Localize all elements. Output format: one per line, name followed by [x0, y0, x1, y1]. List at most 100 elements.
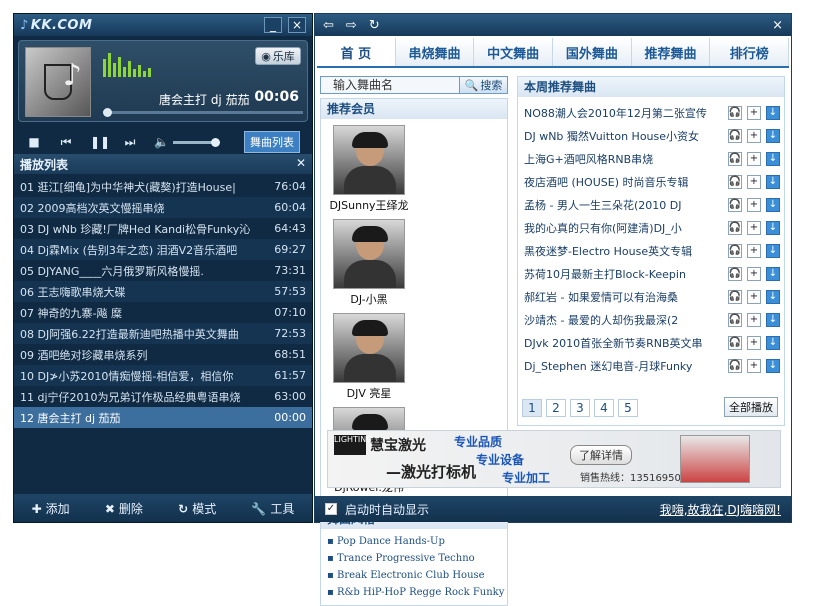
add-icon[interactable]: +	[747, 289, 761, 304]
minimize-button[interactable]: _	[264, 17, 282, 33]
dance-list-button[interactable]: 舞曲列表	[244, 131, 300, 153]
page-3[interactable]: 3	[570, 399, 590, 417]
list-item: 夜店酒吧 (HOUSE) 时尚音乐专辑 🎧 + ↓	[524, 170, 780, 193]
next-icon[interactable]: ⏭	[122, 135, 138, 150]
download-icon[interactable]: ↓	[766, 335, 780, 350]
add-icon[interactable]: +	[747, 105, 761, 120]
add-icon[interactable]: +	[747, 335, 761, 350]
headphone-icon[interactable]: 🎧	[728, 335, 742, 350]
page-5[interactable]: 5	[618, 399, 638, 417]
search-input[interactable]: 输入舞曲名	[321, 77, 459, 93]
back-icon[interactable]: ⇦	[323, 18, 334, 33]
table-row[interactable]: 08 DJ阿强6.22打造最新迪吧热播中英文舞曲 72:53	[14, 323, 312, 344]
headphone-icon[interactable]: 🎧	[728, 266, 742, 281]
headphone-icon[interactable]: 🎧	[728, 197, 742, 212]
download-icon[interactable]: ↓	[766, 358, 780, 373]
forward-icon[interactable]: ⇨	[346, 18, 357, 33]
seek-knob[interactable]	[103, 108, 112, 117]
download-icon[interactable]: ↓	[766, 312, 780, 327]
download-icon[interactable]: ↓	[766, 128, 780, 143]
add-icon[interactable]: +	[747, 312, 761, 327]
ad-banner[interactable]: LIGHTING 慧宝激光 —激光打标机 专业品质 专业设备 专业加工 了解详情…	[327, 430, 781, 488]
seek-bar[interactable]	[103, 108, 303, 117]
tab-ranking[interactable]: 排行榜	[710, 38, 790, 66]
mode-button[interactable]: ↻ 模式	[178, 500, 216, 517]
member-card[interactable]: DJ-小黑	[323, 217, 415, 307]
headphone-icon[interactable]: 🎧	[728, 151, 742, 166]
delete-button[interactable]: ✖ 删除	[105, 500, 143, 517]
download-icon[interactable]: ↓	[766, 174, 780, 189]
playlist-close-icon[interactable]: ✕	[296, 156, 306, 170]
download-icon[interactable]: ↓	[766, 289, 780, 304]
page-4[interactable]: 4	[594, 399, 614, 417]
weekly-section: 本周推荐舞曲 NO88潮人会2010年12月第二张宣传 🎧 + ↓ DJ wNb 獨然…	[517, 76, 785, 426]
member-card[interactable]: DJV 亮星	[323, 311, 415, 401]
download-icon[interactable]: ↓	[766, 266, 780, 281]
pause-icon[interactable]: ❚❚	[90, 135, 110, 149]
tab-foreign[interactable]: 国外舞曲	[553, 38, 632, 66]
previous-icon[interactable]: ⏮	[58, 135, 74, 150]
tab-home[interactable]: 首 页	[317, 38, 396, 66]
table-row[interactable]: 11 dj宁仔2010为兄弟订作极品经典粤语串烧 63:00	[14, 386, 312, 407]
style-link[interactable]: R&b HiP-HoP Regge Rock Funky	[327, 584, 504, 601]
footer-link[interactable]: 我嗨,故我在,DJ嗨嗨网!	[660, 501, 781, 518]
playlist-title: 播放列表	[20, 157, 69, 172]
add-icon[interactable]: +	[747, 358, 761, 373]
tab-medley[interactable]: 串烧舞曲	[395, 38, 475, 66]
table-row[interactable]: 09 酒吧绝对珍藏串烧系列 68:51	[14, 344, 312, 365]
headphone-icon[interactable]: 🎧	[728, 105, 742, 120]
table-row[interactable]: 01 逛江[细龟]为中华神犬(藏獒)打造House| 76:04	[14, 176, 312, 197]
download-icon[interactable]: ↓	[766, 105, 780, 120]
library-button[interactable]: ◉ 乐库	[255, 47, 301, 65]
stop-icon[interactable]: ■	[26, 135, 42, 149]
search-button[interactable]: 🔍 搜索	[459, 77, 507, 93]
page-1[interactable]: 1	[522, 399, 542, 417]
table-row[interactable]: 05 DJYANG____六月俄罗斯风格慢摇. 73:31	[14, 260, 312, 281]
download-icon[interactable]: ↓	[766, 243, 780, 258]
volume-slider[interactable]	[172, 137, 220, 147]
table-row[interactable]: 06 王志嗨歌串烧大碟 57:53	[14, 281, 312, 302]
refresh-icon[interactable]: ↻	[369, 18, 380, 33]
style-link[interactable]: Pop Dance Hands-Up	[327, 533, 501, 550]
tab-chinese[interactable]: 中文舞曲	[474, 38, 554, 66]
headphone-icon[interactable]: 🎧	[728, 312, 742, 327]
player-titlebar[interactable]: ♪ KK.COM _ ×	[14, 14, 312, 36]
table-row[interactable]: 07 神奇的九寨-飚 糜 07:10	[14, 302, 312, 323]
download-icon[interactable]: ↓	[766, 197, 780, 212]
add-icon[interactable]: +	[747, 197, 761, 212]
autostart-checkbox[interactable]: ✓	[325, 503, 337, 515]
member-card[interactable]: DJSunny王绎龙	[323, 123, 415, 213]
style-link[interactable]: Trance Progressive Techno	[327, 550, 501, 567]
tools-button[interactable]: 🔧 工具	[251, 500, 294, 517]
add-icon[interactable]: +	[747, 128, 761, 143]
table-row[interactable]: 03 DJ wNb 珍藏!厂牌Hed Kandi松骨Funky沁 64:43	[14, 218, 312, 239]
volume-control[interactable]: 🔈	[154, 135, 220, 149]
headphone-icon[interactable]: 🎧	[728, 243, 742, 258]
add-icon[interactable]: +	[747, 243, 761, 258]
add-icon[interactable]: +	[747, 266, 761, 281]
add-icon[interactable]: +	[747, 151, 761, 166]
list-item: NO88潮人会2010年12月第二张宣传 🎧 + ↓	[524, 101, 780, 124]
page-2[interactable]: 2	[546, 399, 566, 417]
table-row[interactable]: 10 DJ≯小苏2010情痴慢摇-相信爱，相信你 61:57	[14, 365, 312, 386]
headphone-icon[interactable]: 🎧	[728, 358, 742, 373]
download-icon[interactable]: ↓	[766, 220, 780, 235]
table-row[interactable]: 02 2009高档次英文慢摇串烧 60:04	[14, 197, 312, 218]
style-link[interactable]: Break Electronic Club House	[327, 567, 501, 584]
headphone-icon[interactable]: 🎧	[728, 128, 742, 143]
table-row[interactable]: 04 Dj霖Mix (告别3年之恋) 泪酒V2音乐酒吧 69:27	[14, 239, 312, 260]
tab-recommended[interactable]: 推荐舞曲	[631, 38, 711, 66]
headphone-icon[interactable]: 🎧	[728, 174, 742, 189]
ad-more-button[interactable]: 了解详情	[570, 445, 632, 465]
play-all-button[interactable]: 全部播放	[724, 397, 778, 417]
download-icon[interactable]: ↓	[766, 151, 780, 166]
add-icon[interactable]: +	[747, 220, 761, 235]
browser-close-button[interactable]: ×	[772, 18, 783, 33]
add-icon[interactable]: +	[747, 174, 761, 189]
table-row-selected[interactable]: 12 唐会主打 dj 茄茄 00:00	[14, 407, 312, 428]
close-button[interactable]: ×	[288, 17, 306, 33]
headphone-icon[interactable]: 🎧	[728, 289, 742, 304]
headphone-icon[interactable]: 🎧	[728, 220, 742, 235]
left-column: 输入舞曲名 🔍搜索 推荐会员 DJSunny王绎龙 DJ-小黑 DJV 亮星 D…	[320, 76, 508, 606]
add-button[interactable]: ✚ 添加	[32, 500, 70, 517]
